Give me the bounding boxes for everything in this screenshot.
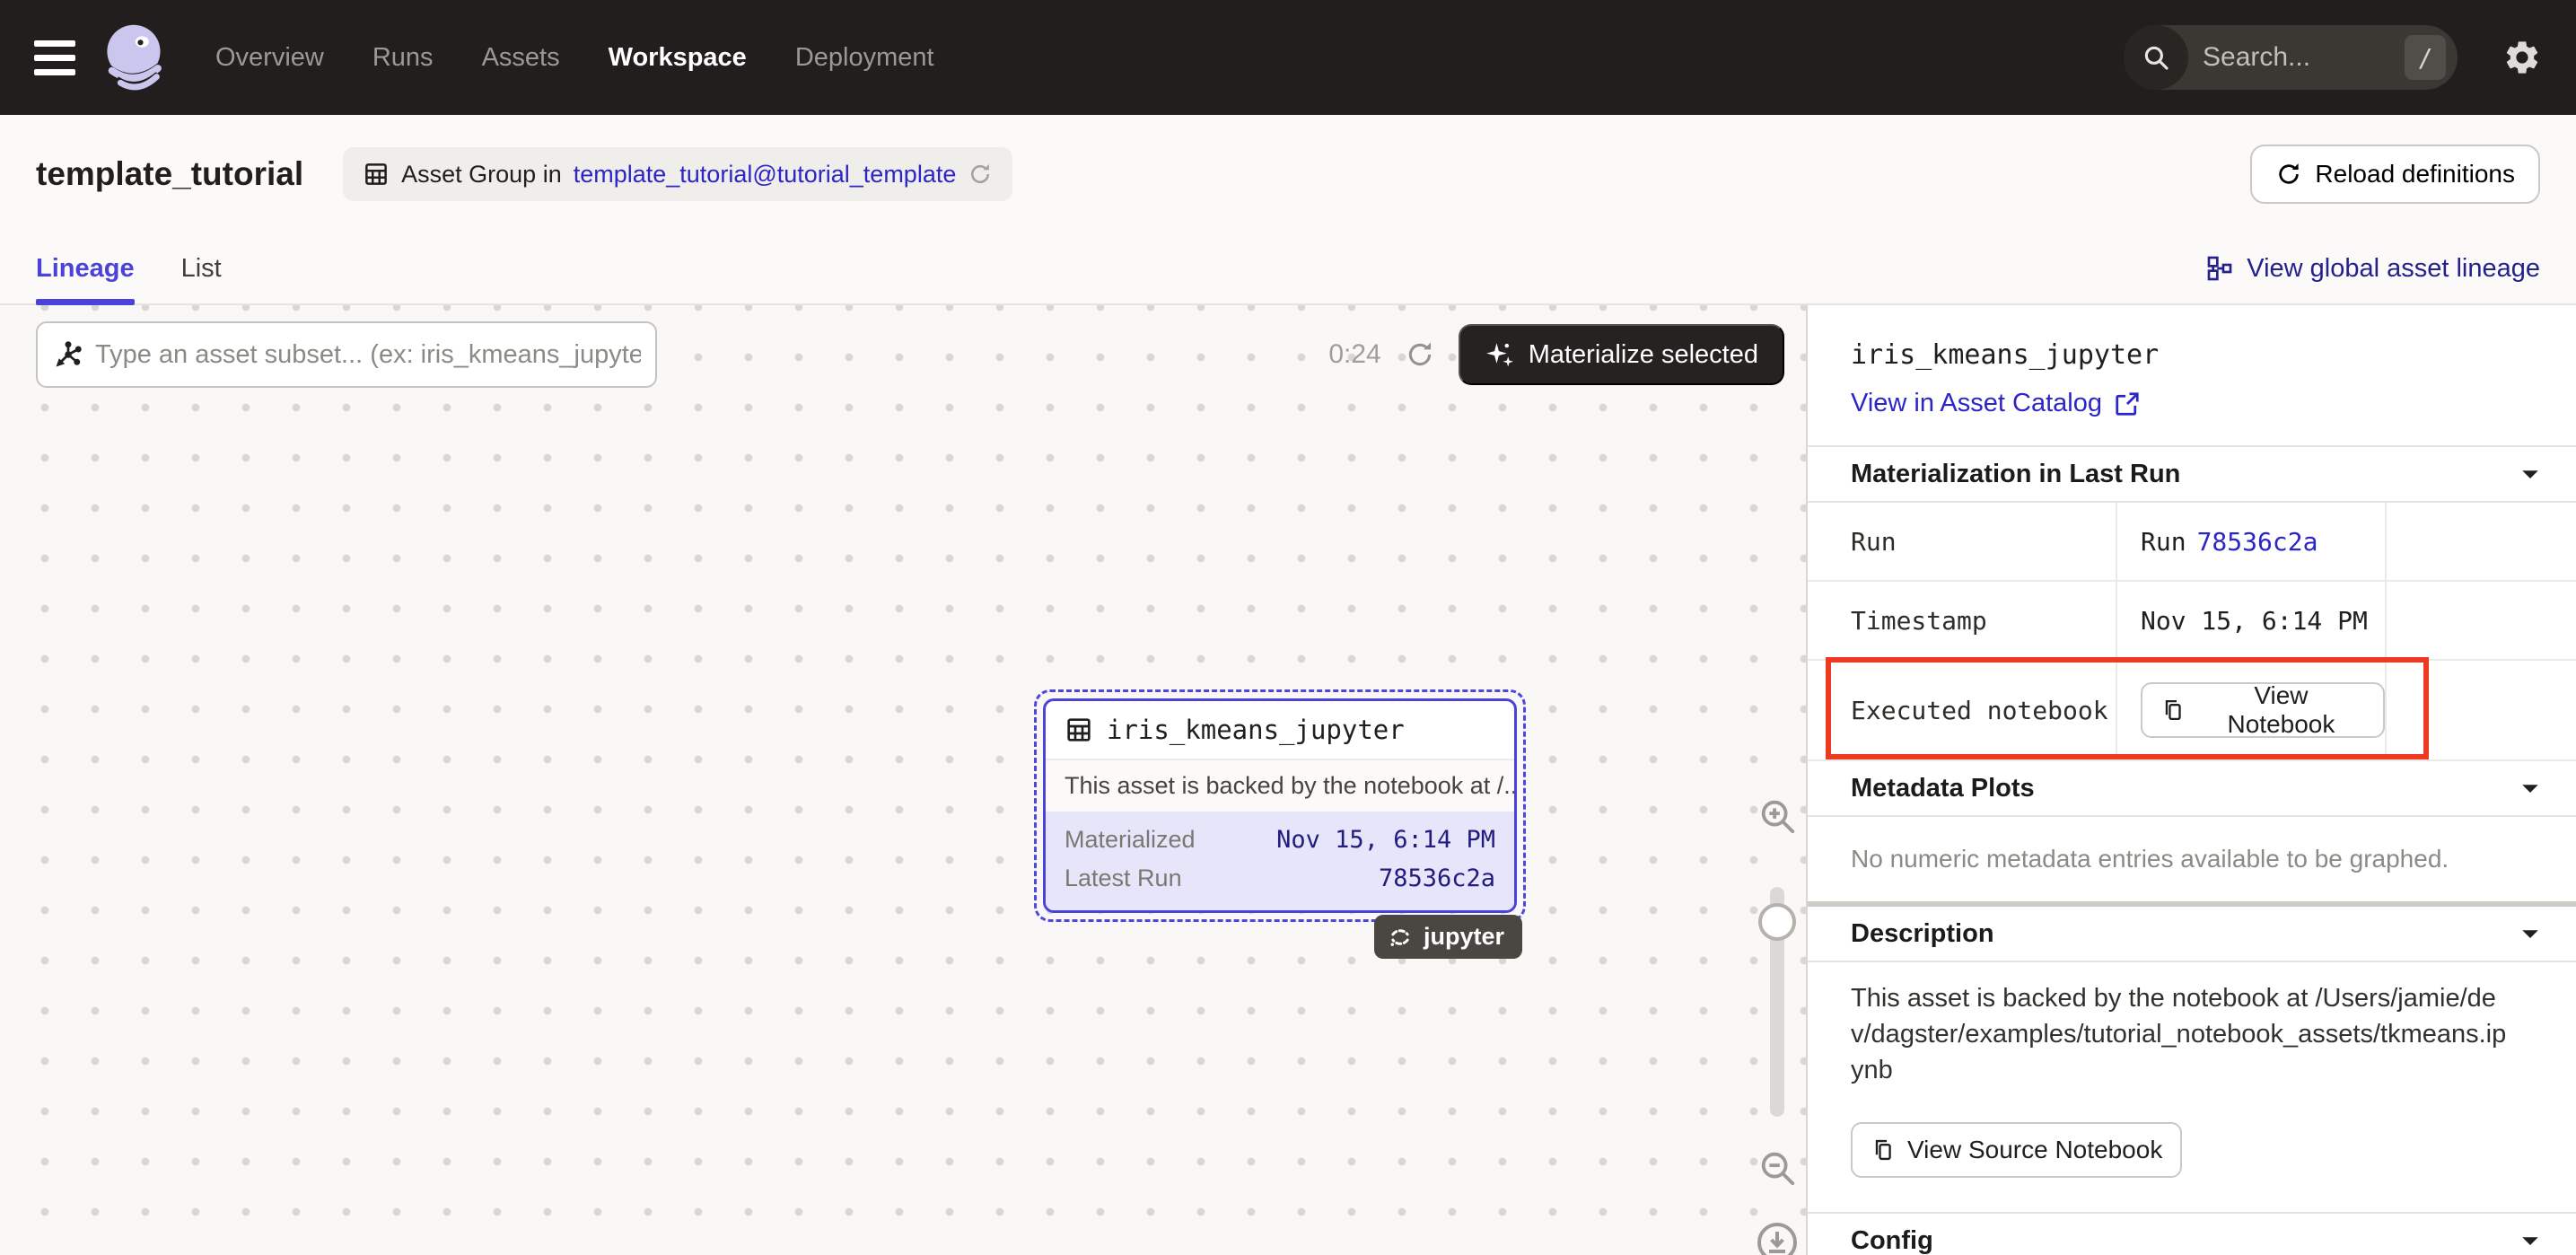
asset-node-name: iris_kmeans_jupyter	[1107, 715, 1405, 745]
tab-lineage[interactable]: Lineage	[36, 233, 135, 303]
nav-item-workspace[interactable]: Workspace	[609, 43, 747, 73]
chevron-down-icon	[2517, 920, 2544, 947]
search-icon	[2124, 25, 2188, 90]
dagster-logo-icon[interactable]	[99, 19, 176, 96]
section-materialization-last-run[interactable]: Materialization in Last Run	[1808, 445, 2576, 503]
gear-icon	[2502, 38, 2542, 77]
materialize-selected-label: Materialize selected	[1529, 340, 1758, 370]
asset-group-label: Asset Group in	[401, 161, 562, 189]
lineage-graph-icon	[2205, 254, 2234, 283]
refresh-graph-button[interactable]	[1405, 339, 1435, 370]
run-row-label: Run	[1808, 527, 2116, 557]
chevron-down-icon	[2517, 461, 2544, 487]
run-value-prefix: Run	[2141, 527, 2186, 557]
page-header: template_tutorial Asset Group in templat…	[0, 115, 2576, 233]
asset-graph-canvas[interactable]: 0:24 Materialize selected iris_kmean	[0, 305, 1806, 1255]
external-link-icon	[2114, 391, 2141, 417]
reload-definitions-button[interactable]: Reload definitions	[2250, 145, 2540, 204]
section-metadata-plots[interactable]: Metadata Plots	[1808, 761, 2576, 817]
section-description[interactable]: Description	[1808, 907, 2576, 962]
search-shortcut-badge: /	[2405, 35, 2446, 80]
section-title: Metadata Plots	[1851, 774, 2035, 803]
chevron-down-icon	[2517, 775, 2544, 802]
section-title: Description	[1851, 919, 1994, 949]
materialize-selected-button[interactable]: Materialize selected	[1459, 324, 1784, 385]
table-row-executed-notebook: Executed notebook View Notebook	[1808, 661, 2576, 761]
section-config[interactable]: Config	[1808, 1212, 2576, 1255]
timestamp-value: Nov 15, 6:14 PM	[2116, 582, 2385, 659]
metadata-plots-empty-text: No numeric metadata entries available to…	[1808, 817, 2576, 901]
reload-icon	[2275, 161, 2302, 188]
notebook-icon	[1871, 1137, 1896, 1163]
view-global-asset-lineage-link[interactable]: View global asset lineage	[2205, 233, 2540, 303]
global-search-input[interactable]: Search... /	[2124, 25, 2458, 90]
view-source-notebook-button[interactable]: View Source Notebook	[1851, 1122, 2182, 1178]
compute-kind-tag-label: jupyter	[1424, 923, 1504, 951]
view-source-notebook-label: View Source Notebook	[1907, 1136, 2162, 1164]
asset-group-link[interactable]: template_tutorial@tutorial_template	[574, 161, 957, 189]
materialized-value: Nov 15, 6:14 PM	[1276, 821, 1495, 859]
panel-asset-title: iris_kmeans_jupyter	[1851, 339, 2544, 371]
run-id-link[interactable]: 78536c2a	[2197, 527, 2318, 557]
menu-icon[interactable]	[34, 40, 75, 75]
view-notebook-label: View Notebook	[2197, 681, 2365, 739]
asset-subset-input[interactable]	[95, 340, 641, 370]
description-text: This asset is backed by the notebook at …	[1808, 962, 2544, 1088]
latest-run-label: Latest Run	[1065, 859, 1182, 897]
zoom-slider[interactable]	[1770, 887, 1784, 1117]
notebook-icon	[2160, 698, 2186, 723]
zoom-in-icon[interactable]	[1757, 795, 1798, 837]
refresh-icon	[1405, 339, 1435, 370]
reload-definitions-label: Reload definitions	[2315, 160, 2515, 189]
asset-group-icon	[363, 161, 390, 188]
refresh-icon[interactable]	[968, 162, 993, 187]
sparkle-icon	[1485, 339, 1515, 370]
nav-item-runs[interactable]: Runs	[372, 43, 434, 73]
asset-node-iris-kmeans-jupyter[interactable]: iris_kmeans_jupyter This asset is backed…	[1034, 689, 1526, 922]
tab-list[interactable]: List	[181, 233, 222, 303]
section-title: Materialization in Last Run	[1851, 460, 2180, 489]
nav-item-assets[interactable]: Assets	[482, 43, 560, 73]
asset-details-panel: iris_kmeans_jupyter View in Asset Catalo…	[1806, 305, 2576, 1255]
download-view-icon[interactable]	[1756, 1221, 1799, 1255]
jupyter-icon	[1387, 924, 1414, 951]
table-asset-icon	[1065, 715, 1093, 744]
refresh-timer: 0:24	[1328, 339, 1380, 370]
section-title: Config	[1851, 1226, 1933, 1255]
primary-nav: Overview Runs Assets Workspace Deploymen…	[215, 43, 934, 73]
view-notebook-button[interactable]: View Notebook	[2141, 682, 2385, 738]
table-row-run: Run Run 78536c2a	[1808, 503, 2576, 582]
page-title: template_tutorial	[36, 155, 303, 193]
asset-node-container: iris_kmeans_jupyter This asset is backed…	[1034, 689, 1526, 922]
executed-notebook-label: Executed notebook	[1808, 696, 2116, 725]
asset-graph-filter-icon	[52, 338, 84, 371]
zoom-slider-thumb[interactable]	[1758, 903, 1796, 941]
view-global-asset-lineage-label: View global asset lineage	[2247, 254, 2540, 284]
settings-button[interactable]	[2502, 38, 2542, 77]
asset-subset-filter	[36, 321, 657, 388]
compute-kind-tag-jupyter[interactable]: jupyter	[1374, 915, 1522, 959]
top-nav-bar: Overview Runs Assets Workspace Deploymen…	[0, 0, 2576, 115]
search-placeholder: Search...	[2203, 42, 2405, 73]
tab-bar: Lineage List View global asset lineage	[0, 233, 2576, 305]
view-in-asset-catalog-label: View in Asset Catalog	[1851, 389, 2102, 418]
zoom-controls	[1754, 795, 1801, 1255]
timestamp-row-label: Timestamp	[1808, 606, 2116, 636]
nav-item-overview[interactable]: Overview	[215, 43, 324, 73]
table-row-timestamp: Timestamp Nov 15, 6:14 PM	[1808, 582, 2576, 661]
asset-node-description: This asset is backed by the notebook at …	[1046, 759, 1514, 812]
chevron-down-icon	[2517, 1227, 2544, 1254]
nav-item-deployment[interactable]: Deployment	[795, 43, 934, 73]
view-in-asset-catalog-link[interactable]: View in Asset Catalog	[1851, 389, 2544, 418]
asset-node-stats: Materialized Nov 15, 6:14 PM Latest Run …	[1046, 812, 1514, 910]
materialized-label: Materialized	[1065, 821, 1196, 858]
latest-run-link[interactable]: 78536c2a	[1379, 860, 1495, 898]
zoom-out-icon[interactable]	[1757, 1147, 1798, 1189]
asset-group-breadcrumb: Asset Group in template_tutorial@tutoria…	[343, 147, 1012, 201]
